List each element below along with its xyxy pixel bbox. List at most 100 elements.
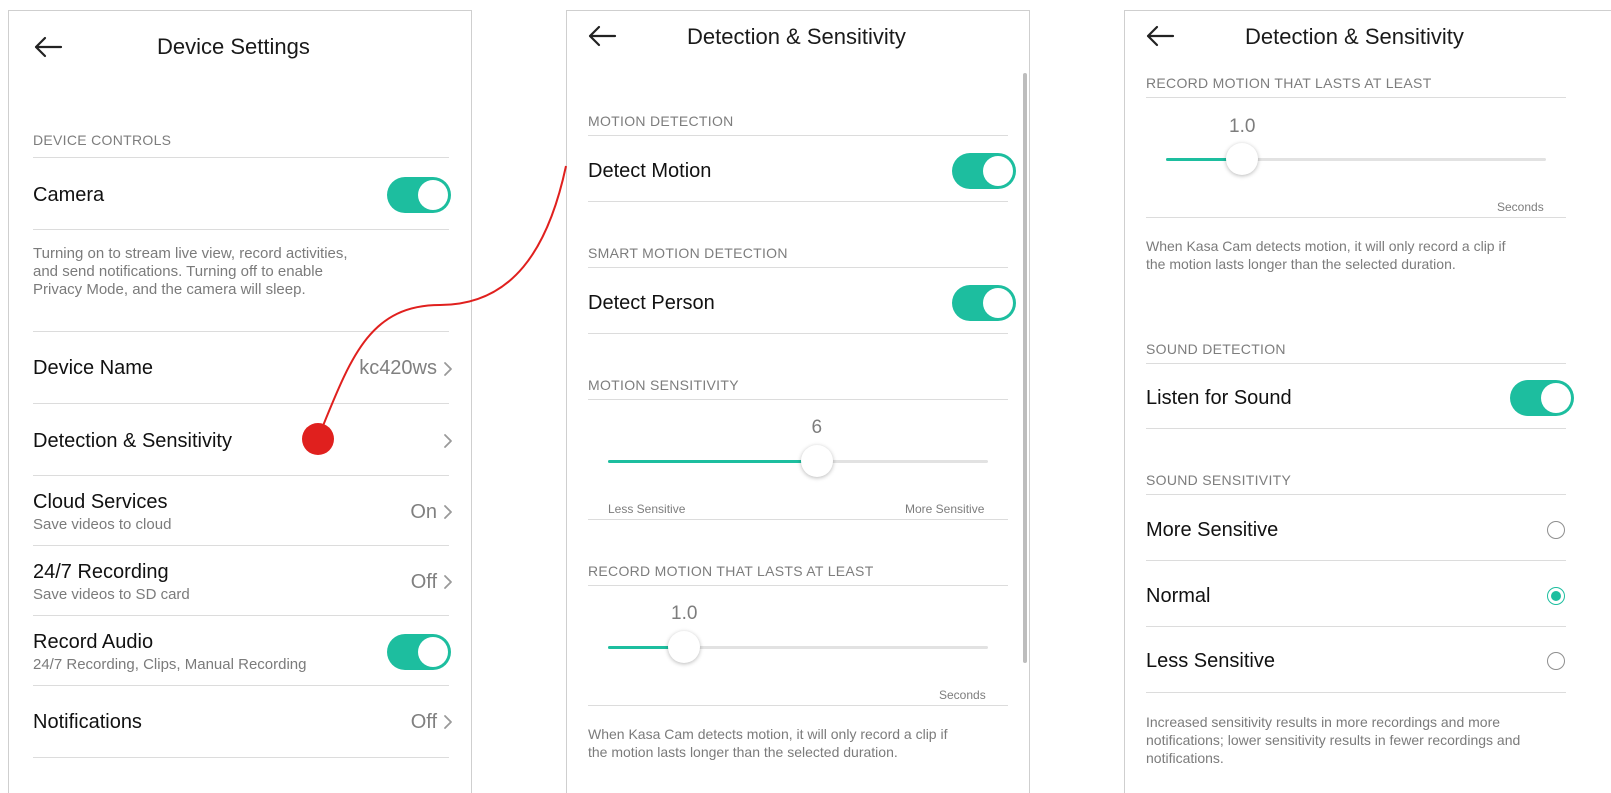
motion-sensitivity-thumb[interactable] [801, 445, 833, 477]
divider [33, 475, 449, 476]
record-motion-slider[interactable] [608, 646, 988, 649]
toggle-knob [983, 288, 1013, 318]
chevron-right-icon [443, 574, 453, 590]
section-header-motion-detection: MOTION DETECTION [588, 113, 734, 129]
record-motion-thumb[interactable] [668, 631, 700, 663]
divider [1146, 97, 1566, 98]
arrow-left-icon[interactable] [587, 24, 617, 48]
page-title: Detection & Sensitivity [687, 24, 906, 49]
section-header-motion-sensitivity: MOTION SENSITIVITY [588, 377, 739, 393]
chevron-right-icon [443, 433, 453, 449]
detect-motion-label: Detect Motion [588, 160, 712, 182]
detect-person-toggle[interactable] [952, 285, 1016, 321]
record-motion-unit: Seconds [939, 688, 986, 702]
slider-fill [608, 460, 817, 463]
toggle-knob [418, 180, 448, 210]
slider-min-label: Less Sensitive [608, 502, 686, 516]
toggle-knob [418, 637, 448, 667]
radio-button[interactable] [1547, 587, 1565, 605]
detect-motion-toggle[interactable] [952, 153, 1016, 189]
chevron-right-icon [443, 504, 453, 520]
option-label: More Sensitive [1146, 519, 1279, 541]
camera-label: Camera [33, 184, 105, 206]
record-motion-description: When Kasa Cam detects motion, it will on… [588, 726, 948, 760]
radio-button[interactable] [1547, 521, 1565, 539]
camera-toggle[interactable] [387, 177, 451, 213]
detection-sensitivity-label: Detection & Sensitivity [33, 430, 232, 452]
divider [588, 585, 1008, 586]
divider [588, 267, 1008, 268]
recording-value: Off [410, 571, 437, 593]
record-motion-unit: Seconds [1497, 200, 1544, 214]
slider-max-label: More Sensitive [905, 502, 985, 516]
annotation-marker [302, 423, 334, 455]
option-label: Less Sensitive [1146, 650, 1275, 672]
page-title: Detection & Sensitivity [1245, 24, 1464, 49]
divider [1146, 494, 1566, 495]
divider [588, 201, 1008, 202]
radio-button[interactable] [1547, 652, 1565, 670]
divider [1146, 217, 1566, 218]
record-audio-toggle[interactable] [387, 634, 451, 670]
device-settings-screen: Device Settings DEVICE CONTROLS Camera T… [8, 10, 472, 793]
arrow-left-icon[interactable] [33, 35, 63, 59]
section-header-sound-detection: SOUND DETECTION [1146, 341, 1286, 357]
detect-person-label: Detect Person [588, 292, 715, 314]
section-header-sound-sensitivity: SOUND SENSITIVITY [1146, 472, 1292, 488]
divider [1146, 428, 1566, 429]
option-label: Normal [1146, 585, 1211, 607]
motion-sensitivity-slider[interactable] [608, 460, 988, 463]
record-motion-description: When Kasa Cam detects motion, it will on… [1146, 238, 1506, 272]
divider [588, 519, 1008, 520]
detection-sensitivity-screen-scrolled: Detection & Sensitivity RECORD MOTION TH… [1124, 10, 1611, 793]
notifications-label: Notifications [33, 711, 142, 733]
divider [588, 705, 1008, 706]
divider [588, 135, 1008, 136]
listen-sound-label: Listen for Sound [1146, 387, 1292, 409]
record-motion-value: 1.0 [1229, 116, 1256, 137]
toggle-knob [1541, 383, 1571, 413]
divider [1146, 692, 1566, 693]
chevron-right-icon [443, 361, 453, 377]
divider [588, 333, 1008, 334]
cloud-services-value: On [410, 501, 437, 523]
divider [33, 331, 449, 332]
divider [1146, 363, 1566, 364]
section-header-record-motion: RECORD MOTION THAT LASTS AT LEAST [1146, 75, 1432, 91]
sound-sensitivity-description: Increased sensitivity results in more re… [1146, 714, 1521, 766]
detection-sensitivity-screen: Detection & Sensitivity MOTION DETECTION… [566, 10, 1030, 793]
cloud-services-label: Cloud Services [33, 491, 168, 513]
toggle-knob [983, 156, 1013, 186]
arrow-left-icon[interactable] [1145, 24, 1175, 48]
record-audio-subtitle: 24/7 Recording, Clips, Manual Recording [33, 656, 307, 673]
divider [33, 685, 449, 686]
section-header-device-controls: DEVICE CONTROLS [33, 132, 172, 148]
recording-label: 24/7 Recording [33, 561, 169, 583]
divider [588, 399, 1008, 400]
record-motion-thumb[interactable] [1226, 143, 1258, 175]
notifications-value: Off [410, 711, 437, 733]
listen-sound-toggle[interactable] [1510, 380, 1574, 416]
page-title: Device Settings [157, 34, 310, 59]
divider [1146, 560, 1566, 561]
camera-description: Turning on to stream live view, record a… [33, 245, 348, 298]
divider [33, 403, 449, 404]
section-header-record-motion: RECORD MOTION THAT LASTS AT LEAST [588, 563, 874, 579]
divider [33, 545, 449, 546]
divider [33, 757, 449, 758]
motion-sensitivity-value: 6 [811, 417, 823, 438]
device-name-value: kc420ws [359, 357, 437, 379]
section-header-smart-motion: SMART MOTION DETECTION [588, 245, 788, 261]
record-motion-value: 1.0 [671, 603, 698, 624]
divider [33, 229, 449, 230]
divider [1146, 626, 1566, 627]
record-motion-slider[interactable] [1166, 158, 1546, 161]
recording-subtitle: Save videos to SD card [33, 586, 190, 603]
chevron-right-icon [443, 714, 453, 730]
divider [33, 157, 449, 158]
divider [33, 615, 449, 616]
cloud-services-subtitle: Save videos to cloud [33, 516, 172, 533]
record-audio-label: Record Audio [33, 631, 154, 653]
scrollbar[interactable] [1023, 73, 1027, 663]
device-name-label: Device Name [33, 357, 154, 379]
